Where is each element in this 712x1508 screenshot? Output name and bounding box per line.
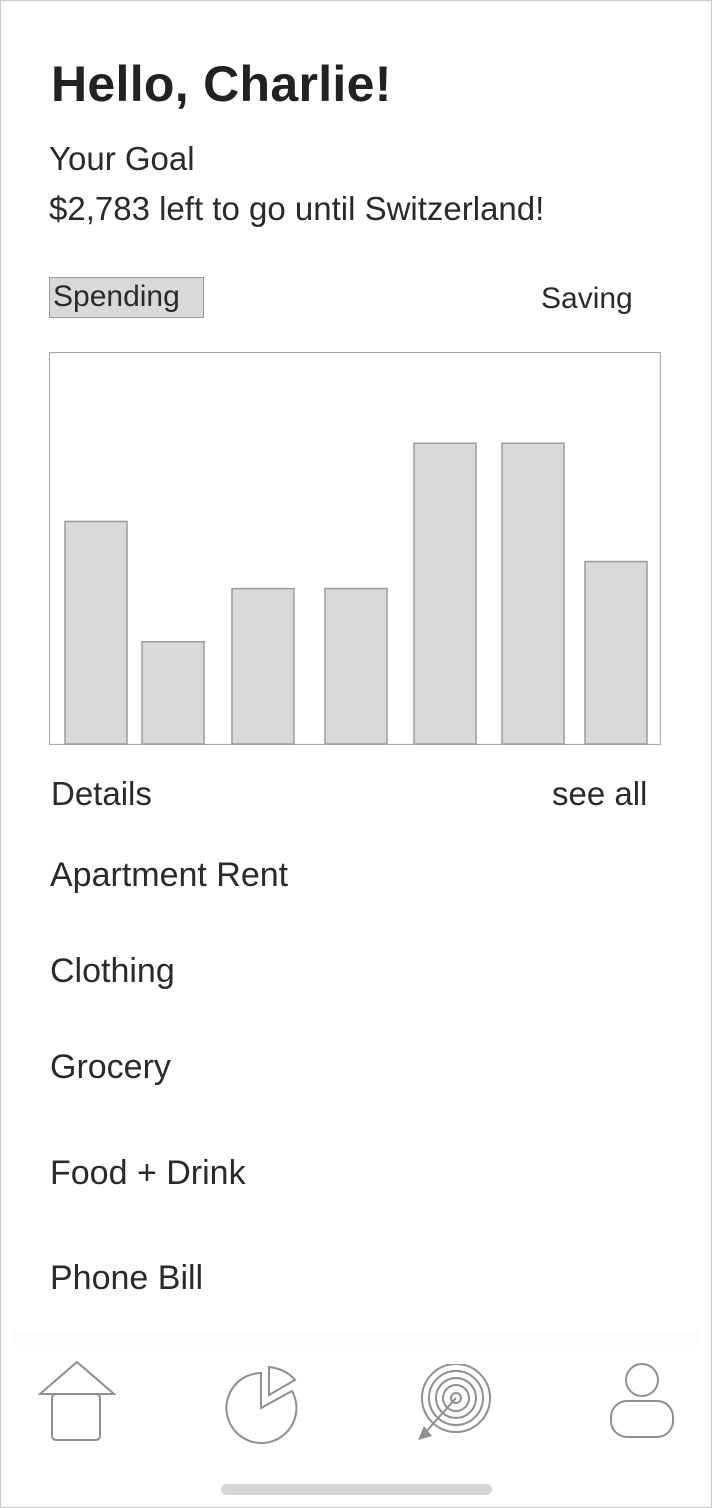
greeting-title: Hello, Charlie! <box>51 56 392 112</box>
goal-label: Your Goal <box>49 140 195 177</box>
chart-bar-4 <box>324 587 388 745</box>
nav-profile[interactable] <box>608 1362 676 1447</box>
details-item-food-drink[interactable]: Food + Drink <box>50 1154 246 1193</box>
home-indicator <box>221 1484 492 1495</box>
tab-bar-divider <box>12 1332 700 1348</box>
home-icon <box>37 1360 117 1441</box>
pie-chart-icon <box>225 1365 298 1444</box>
nav-goals[interactable] <box>414 1363 494 1451</box>
nav-stats[interactable] <box>224 1365 300 1450</box>
tab-spending[interactable]: Spending <box>49 277 204 318</box>
details-item-grocery[interactable]: Grocery <box>50 1048 171 1087</box>
chart-bar-3 <box>231 587 295 745</box>
tab-saving[interactable]: Saving <box>541 282 633 316</box>
chart-bar-7 <box>584 560 648 745</box>
chart-bar-1 <box>64 520 128 745</box>
details-item-clothing[interactable]: Clothing <box>50 952 175 991</box>
see-all-link[interactable]: see all <box>552 775 647 813</box>
details-item-apartment-rent[interactable]: Apartment Rent <box>50 856 288 895</box>
nav-home[interactable] <box>37 1360 117 1449</box>
chart-bar-2 <box>141 640 205 745</box>
spending-bar-chart <box>49 352 661 745</box>
goal-text: $2,783 left to go until Switzerland! <box>49 190 545 227</box>
chart-bar-5 <box>413 442 477 745</box>
details-item-phone-bill[interactable]: Phone Bill <box>50 1259 203 1298</box>
target-icon <box>418 1363 491 1440</box>
details-label: Details <box>51 775 152 812</box>
chart-bar-6 <box>501 442 565 745</box>
profile-icon <box>610 1363 674 1438</box>
